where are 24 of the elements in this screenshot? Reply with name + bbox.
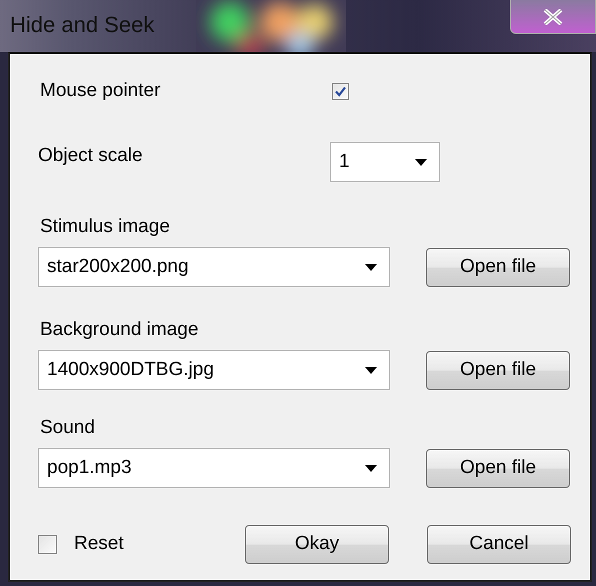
field-label: Mouse pointer xyxy=(40,80,162,102)
caret-icon xyxy=(365,264,377,270)
dropdown[interactable]: pop1.mp3 xyxy=(38,448,390,488)
caret-icon xyxy=(365,366,377,374)
caret-icon xyxy=(365,464,377,472)
checkbox[interactable] xyxy=(38,534,57,554)
close-icon xyxy=(542,8,564,24)
close-button[interactable] xyxy=(510,0,596,34)
open-file-button[interactable]: Open file xyxy=(426,350,570,390)
window-title: Hide and Seek xyxy=(10,12,154,38)
dropdown[interactable]: 1400x900DTBG.jpg xyxy=(38,350,390,390)
okay-button[interactable]: Okay xyxy=(245,524,389,564)
dropdown[interactable]: star200x200.png xyxy=(38,247,390,287)
open-file-button[interactable]: Open file xyxy=(426,448,570,488)
field-label: Object scale xyxy=(38,145,144,167)
field-label: Sound xyxy=(40,416,95,440)
checkbox[interactable] xyxy=(332,82,349,100)
caret-icon xyxy=(415,158,427,166)
field-label: Reset xyxy=(74,533,125,555)
dropdown[interactable]: 1 xyxy=(330,142,440,182)
field-label: Stimulus image xyxy=(40,215,170,239)
cancel-button[interactable]: Cancel xyxy=(427,524,571,564)
field-label: Background image xyxy=(40,318,198,342)
open-file-button[interactable]: Open file xyxy=(426,248,570,286)
